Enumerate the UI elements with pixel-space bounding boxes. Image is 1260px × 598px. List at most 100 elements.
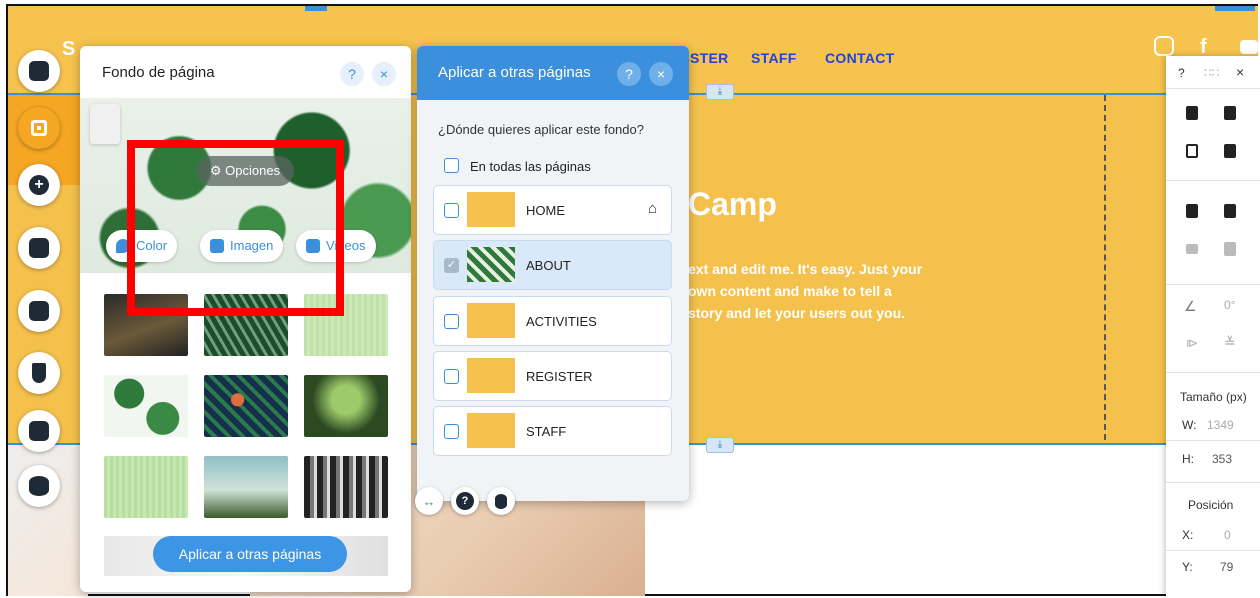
database-icon [29,476,49,496]
y-label: Y: [1182,560,1193,574]
distribute-icon[interactable] [1224,242,1236,256]
header-handle[interactable] [305,6,327,11]
hero-text: ext and edit me. It's easy. Just your ow… [688,261,923,321]
question-icon: ? [456,492,474,510]
apply-help-button[interactable]: ? [617,62,641,86]
gridline [1104,95,1106,440]
page-thumbnail [467,247,515,282]
trash-icon[interactable] [1224,144,1236,158]
height-value[interactable]: 353 [1212,452,1232,466]
bg-thumbnail[interactable] [104,375,188,437]
page-thumbnail [467,413,515,448]
tool-media[interactable] [18,290,60,332]
inspector-help-button[interactable]: ? [1178,66,1185,80]
pen-icon [32,363,46,383]
width-label: W: [1182,418,1197,432]
page-checkbox[interactable] [444,314,459,329]
inspector-divider [1166,440,1260,441]
flip-horizontal-icon[interactable]: ⧐ [1186,336,1198,350]
apply-pages-title: Aplicar a otras páginas [438,64,591,81]
page-checkbox[interactable] [444,424,459,439]
help-button[interactable]: ? [340,62,364,86]
inspector-divider [1166,88,1260,89]
inspector-divider [1166,180,1260,181]
apps-icon [29,238,49,258]
inspector-panel [1166,56,1260,598]
section-anchor-top[interactable]: ⤓ [706,84,734,100]
x-value[interactable]: 0 [1224,528,1231,542]
inspector-divider [1166,550,1260,551]
help-circle-button[interactable]: ? [451,487,479,515]
all-pages-checkbox[interactable] [444,158,459,173]
section-anchor-bottom[interactable]: ⤓ [706,437,734,453]
tool-background[interactable] [18,107,60,149]
instagram-icon[interactable] [1154,36,1174,56]
inspector-divider [1166,284,1260,285]
bg-thumbnail[interactable] [104,456,188,518]
page-checkbox-checked[interactable]: ✓ [444,258,459,273]
width-value[interactable]: 1349 [1207,418,1234,432]
tool-apps[interactable] [18,227,60,269]
page-name: REGISTER [526,369,593,384]
calendar-icon [29,421,49,441]
youtube-icon[interactable] [1240,40,1258,54]
all-pages-label: En todas las páginas [470,159,591,174]
nav-item-contact[interactable]: CONTACT [825,50,895,66]
apply-question: ¿Dónde quieres aplicar este fondo? [438,122,644,137]
database-icon [495,493,507,509]
page-name: ACTIVITIES [526,314,597,329]
bg-thumbnail[interactable] [304,456,388,518]
nav-item-register[interactable]: STER [690,50,729,66]
size-label: Tamaño (px) [1180,390,1247,404]
plus-icon: + [29,175,49,195]
page-name: ABOUT [526,258,571,273]
data-button[interactable] [487,487,515,515]
duplicate-icon[interactable] [1186,144,1198,158]
background-panel-title: Fondo de página [102,64,215,81]
align-right-icon[interactable] [1224,204,1236,218]
page-thumbnail [467,358,515,393]
tool-blog[interactable] [18,352,60,394]
tool-pages[interactable] [18,50,60,92]
apply-close-button[interactable]: × [649,62,673,86]
page-checkbox[interactable] [444,203,459,218]
page-thumbnail [467,303,515,338]
rotate-icon[interactable]: ∠ [1184,298,1197,315]
stretch-button[interactable]: ↔ [415,487,443,515]
height-label: H: [1182,452,1194,466]
home-icon: ⌂ [648,200,658,217]
close-button[interactable]: × [372,62,396,86]
x-label: X: [1182,528,1194,542]
bring-forward-icon[interactable] [1186,204,1198,218]
page-thumbnail [467,192,515,227]
bg-thumbnail[interactable] [304,375,388,437]
position-label: Posición [1188,498,1234,512]
inspector-divider [1166,482,1260,483]
drag-handle-icon[interactable]: ∷∷ [1204,66,1219,80]
tool-add[interactable]: + [18,164,60,206]
page-checkbox[interactable] [444,369,459,384]
inspector-divider [1166,372,1260,373]
inspector-close-button[interactable]: × [1236,64,1244,80]
tool-database[interactable] [18,465,60,507]
background-icon [31,120,47,136]
tool-bookings[interactable] [18,410,60,452]
apply-to-other-pages-button[interactable]: Aplicar a otras páginas [153,536,347,572]
flip-vertical-icon[interactable]: ≚ [1224,334,1236,351]
rotation-value[interactable]: 0° [1224,298,1235,312]
paste-icon[interactable] [1224,106,1236,120]
bg-thumbnail[interactable] [204,375,288,437]
hero-title: Camp [688,186,777,222]
site-logo: S [62,38,76,60]
align-center-icon[interactable] [1186,244,1198,254]
highlight-annotation-box [127,140,344,316]
nav-item-staff[interactable]: STAFF [751,50,797,66]
header-handle-right[interactable] [1215,6,1255,11]
preview-corner [90,104,120,144]
media-icon [29,301,49,321]
page-name: HOME [526,203,565,218]
y-value[interactable]: 79 [1220,560,1233,574]
copy-icon[interactable] [1186,106,1198,120]
page-name: STAFF [526,424,567,439]
bg-thumbnail[interactable] [204,456,288,518]
